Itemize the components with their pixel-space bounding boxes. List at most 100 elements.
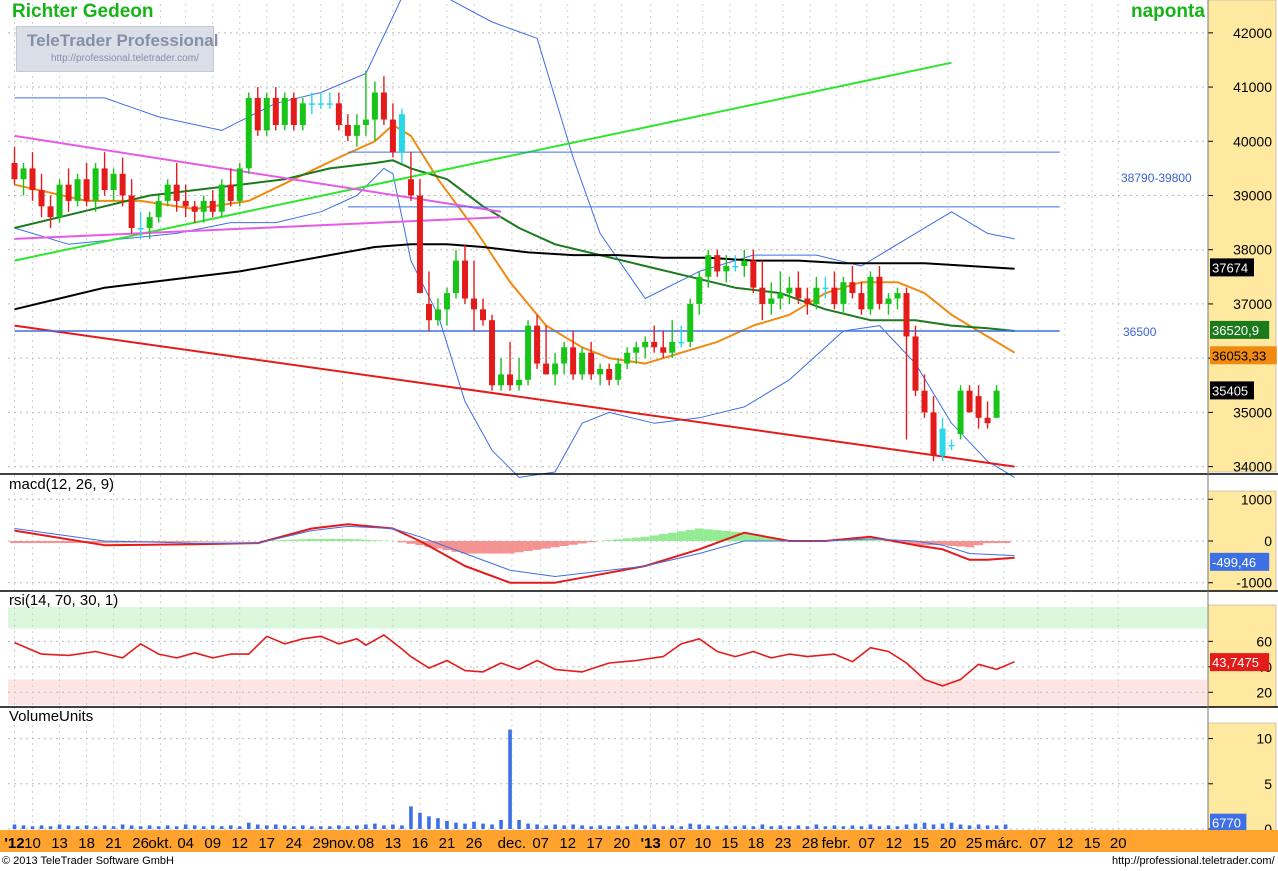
volume-bar <box>490 824 494 829</box>
copyright: © 2013 TeleTrader Software GmbH <box>2 855 174 867</box>
date-label: márc. <box>985 835 1023 852</box>
macd-histogram-bar <box>667 532 677 541</box>
candle-body <box>642 341 649 348</box>
volume-bar <box>165 825 170 829</box>
volume-bar <box>508 729 512 829</box>
macd-histogram-bar <box>19 541 29 544</box>
volume-bar <box>517 819 521 829</box>
volume-bar <box>192 825 197 829</box>
volume-bar <box>310 826 314 829</box>
candle-body <box>669 341 676 353</box>
volume-bar <box>481 823 485 829</box>
candle-body <box>254 97 261 131</box>
macd-histogram-bar <box>613 539 623 541</box>
volume-bar <box>147 825 152 829</box>
candle-body <box>182 200 189 207</box>
volume-bar <box>940 823 945 829</box>
candle-body <box>921 390 928 413</box>
macd-histogram-bar <box>64 541 74 544</box>
candle-body <box>200 200 207 212</box>
date-label: '12 <box>4 835 24 852</box>
date-label: 07 <box>669 835 686 852</box>
macd-histogram-bar <box>271 540 281 541</box>
date-label: 23 <box>775 835 792 852</box>
candle-body <box>696 276 703 304</box>
candle-body <box>732 265 739 268</box>
candle-body <box>11 162 18 180</box>
candle-body <box>462 260 468 299</box>
candle-body <box>380 92 387 120</box>
candle-body <box>570 347 577 375</box>
candle-body <box>101 168 108 191</box>
macd-histogram-bar <box>631 537 641 541</box>
candle-body <box>957 390 964 435</box>
price-tick-label: 40000 <box>1233 133 1272 149</box>
rsi-tick-label: 60 <box>1256 633 1272 649</box>
candle-body <box>660 347 667 353</box>
annotation-38790-39800: 38790-39800 <box>1121 171 1192 185</box>
volume-bar <box>328 826 332 829</box>
volume-bar <box>787 826 792 829</box>
macd-histogram-bar <box>190 541 200 542</box>
macd-histogram-bar <box>478 541 488 554</box>
volume-bar <box>39 825 44 829</box>
volume-bar <box>75 826 80 829</box>
date-label: 24 <box>285 835 302 852</box>
date-label: okt. <box>148 835 172 852</box>
macd-histogram-bar <box>28 541 38 544</box>
volume-bar <box>688 823 693 829</box>
volume-bar <box>778 825 783 829</box>
candle-body <box>263 97 270 131</box>
macd-panel-title: macd(12, 26, 9) <box>9 476 115 493</box>
price-value-label-1: 36520,9 <box>1212 323 1259 338</box>
date-label: 13 <box>385 835 402 852</box>
macd-histogram-bar <box>992 541 1002 544</box>
volume-bar <box>454 822 458 829</box>
volume-bar <box>913 823 918 829</box>
macd-histogram-bar <box>397 541 407 543</box>
date-label: 12 <box>1057 835 1074 852</box>
volume-bar <box>697 824 702 829</box>
volume-bar <box>210 825 215 829</box>
date-label: 18 <box>78 835 95 852</box>
date-label: 12 <box>886 835 903 852</box>
candle-body <box>606 368 613 380</box>
volume-bar <box>841 826 846 829</box>
macd-histogram-bar <box>469 541 479 554</box>
macd-histogram-bar <box>965 541 975 548</box>
volume-bar <box>562 825 566 829</box>
candle-body <box>966 390 973 413</box>
volume-bar <box>526 823 530 829</box>
candle-body <box>164 184 171 201</box>
rsi-tick-label: 20 <box>1256 684 1272 700</box>
date-label: 17 <box>258 835 275 852</box>
volume-bar <box>832 825 837 829</box>
volume-bar <box>859 826 864 829</box>
candle-body <box>47 206 54 218</box>
volume-bar <box>994 825 999 829</box>
candle-body <box>813 287 820 304</box>
candle-body <box>146 217 153 229</box>
date-label: 07 <box>859 835 876 852</box>
candle-body <box>398 114 405 153</box>
candle-body <box>299 103 306 126</box>
date-label: 08 <box>358 835 375 852</box>
candle-body <box>930 412 937 456</box>
price-tick-label: 37000 <box>1233 296 1272 312</box>
candle-body <box>353 125 360 136</box>
macd-histogram-bar <box>974 541 984 546</box>
macd-histogram-bar <box>983 541 993 544</box>
candle-body <box>597 368 604 375</box>
date-label: 21 <box>105 835 122 852</box>
macd-tick-label: 0 <box>1264 533 1272 549</box>
volume-bar <box>418 812 422 829</box>
macd-histogram-bar <box>334 538 344 541</box>
macd-histogram-bar <box>352 539 362 541</box>
candle-body <box>507 374 514 386</box>
volume-bar <box>895 826 900 829</box>
date-label: 10 <box>695 835 712 852</box>
candle-body <box>434 309 441 321</box>
volume-bar <box>643 825 647 829</box>
candle-body <box>209 200 216 212</box>
candle-body <box>362 119 369 126</box>
